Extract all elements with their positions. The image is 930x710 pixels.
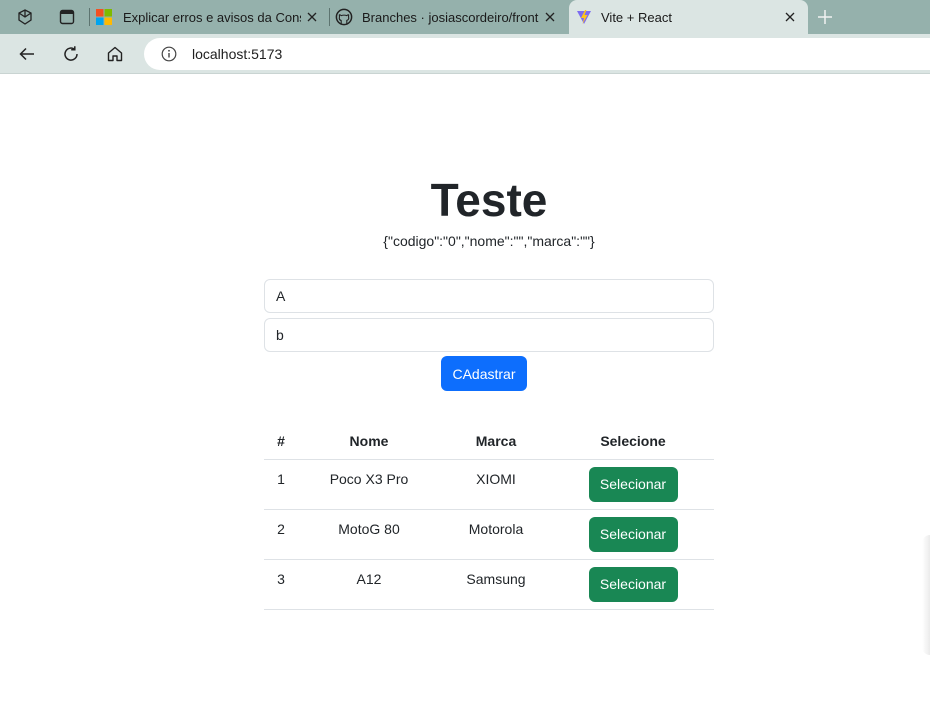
column-header-id: # bbox=[264, 423, 298, 460]
marca-input[interactable] bbox=[264, 318, 714, 352]
tab-label: Vite + React bbox=[601, 9, 672, 25]
tab-label: Branches · josiascordeiro/front bbox=[362, 9, 539, 25]
nome-input[interactable] bbox=[264, 279, 714, 313]
vite-logo-icon bbox=[576, 9, 592, 25]
cell-marca: Samsung bbox=[440, 559, 552, 610]
cell-id: 1 bbox=[264, 459, 298, 510]
url-text: localhost:5173 bbox=[192, 46, 283, 62]
site-info-icon[interactable] bbox=[161, 46, 177, 62]
github-icon bbox=[335, 8, 353, 26]
microsoft-logo-icon bbox=[96, 9, 112, 25]
close-tab-icon[interactable] bbox=[542, 9, 558, 25]
selecionar-button[interactable]: Selecionar bbox=[588, 516, 678, 552]
tab-label: Explicar erros e avisos da Consola bbox=[123, 9, 301, 25]
table-header-row: # Nome Marca Selecione bbox=[264, 423, 714, 460]
cell-id: 2 bbox=[264, 509, 298, 560]
cell-id: 3 bbox=[264, 559, 298, 610]
browser-tab-bar: Explicar erros e avisos da Consola Branc… bbox=[0, 0, 930, 34]
cell-nome: MotoG 80 bbox=[298, 509, 440, 560]
column-header-marca: Marca bbox=[440, 423, 552, 460]
cell-marca: XIOMI bbox=[440, 459, 552, 510]
column-header-nome: Nome bbox=[298, 423, 440, 460]
page-title: Teste bbox=[430, 174, 548, 226]
state-json-text: {"codigo":"0","nome":"","marca":""} bbox=[383, 233, 595, 249]
table-row: 3 A12 Samsung Selecionar bbox=[264, 559, 714, 610]
cell-nome: Poco X3 Pro bbox=[298, 459, 440, 510]
refresh-icon[interactable] bbox=[60, 43, 82, 65]
tab-explicar-erros[interactable]: Explicar erros e avisos da Consola bbox=[90, 0, 330, 34]
vertical-tabs-icon[interactable] bbox=[57, 7, 77, 27]
tab-vite-react[interactable]: Vite + React bbox=[569, 0, 808, 34]
cell-nome: A12 bbox=[298, 559, 440, 610]
products-table: # Nome Marca Selecione 1 Poco X3 Pro XIO… bbox=[264, 423, 714, 610]
table-row: 2 MotoG 80 Motorola Selecionar bbox=[264, 509, 714, 560]
selecionar-button[interactable]: Selecionar bbox=[588, 466, 678, 502]
column-header-selecione: Selecione bbox=[552, 423, 714, 460]
cell-marca: Motorola bbox=[440, 509, 552, 560]
close-tab-icon[interactable] bbox=[304, 9, 320, 25]
cell-action: Selecionar bbox=[552, 559, 714, 610]
cell-action: Selecionar bbox=[552, 459, 714, 510]
selecionar-button[interactable]: Selecionar bbox=[588, 566, 678, 602]
table-row: 1 Poco X3 Pro XIOMI Selecionar bbox=[264, 459, 714, 510]
tab-branches[interactable]: Branches · josiascordeiro/front bbox=[330, 0, 568, 34]
page-content: Teste {"codigo":"0","nome":"","marca":""… bbox=[0, 75, 930, 710]
workspaces-icon[interactable] bbox=[15, 7, 35, 27]
cadastrar-button[interactable]: CAdastrar bbox=[441, 356, 527, 391]
address-bar[interactable]: localhost:5173 bbox=[144, 38, 930, 70]
side-panel-edge bbox=[922, 535, 930, 655]
close-tab-icon[interactable] bbox=[782, 9, 798, 25]
cell-action: Selecionar bbox=[552, 509, 714, 560]
new-tab-icon[interactable] bbox=[814, 6, 836, 28]
home-icon[interactable] bbox=[104, 43, 126, 65]
browser-toolbar: localhost:5173 bbox=[0, 34, 930, 74]
back-arrow-icon[interactable] bbox=[16, 43, 38, 65]
